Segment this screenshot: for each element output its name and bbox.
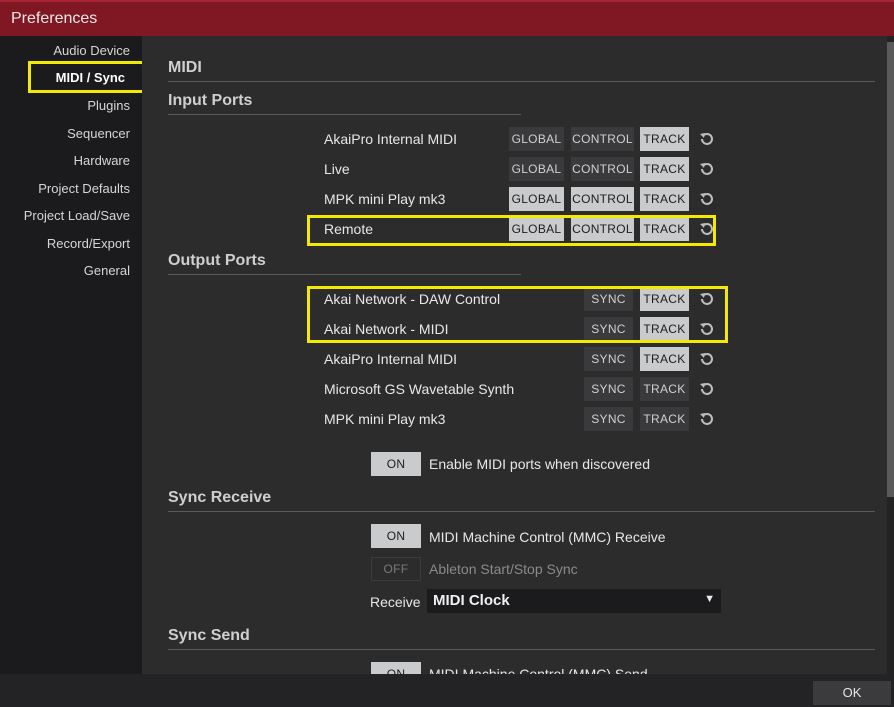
scrollbar-thumb[interactable] — [887, 42, 894, 497]
ok-button[interactable]: OK — [813, 681, 891, 705]
sidebar-item-project-load-save[interactable]: Project Load/Save — [24, 208, 130, 223]
sidebar-item-general[interactable]: General — [84, 263, 130, 278]
receive-dropdown[interactable]: MIDI Clock ▼ — [427, 589, 721, 613]
highlight-box-midi-sync — [28, 61, 148, 93]
enable-ports-toggle[interactable]: ON — [371, 452, 421, 476]
track-button[interactable]: TRACK — [640, 407, 689, 431]
global-button[interactable]: GLOBAL — [509, 157, 564, 181]
section-divider — [168, 114, 521, 115]
sidebar-item-project-defaults[interactable]: Project Defaults — [38, 181, 130, 196]
highlight-box-akai-network — [307, 286, 728, 343]
sync-receive-title: Sync Receive — [168, 489, 272, 506]
mmc-send-toggle[interactable]: ON — [371, 662, 421, 674]
track-button[interactable]: TRACK — [640, 347, 689, 371]
title-bar: Preferences — [0, 0, 894, 36]
track-button[interactable]: TRACK — [640, 377, 689, 401]
sync-button[interactable]: SYNC — [584, 377, 633, 401]
section-divider — [168, 511, 875, 512]
sidebar-item-sequencer[interactable]: Sequencer — [67, 126, 130, 141]
mmc-receive-toggle[interactable]: ON — [371, 524, 421, 548]
section-divider — [168, 649, 875, 650]
input-port-name: MPK mini Play mk3 — [324, 191, 446, 207]
sync-button[interactable]: SYNC — [584, 407, 633, 431]
input-ports-title: Input Ports — [168, 92, 253, 109]
global-button[interactable]: GLOBAL — [509, 187, 564, 211]
sidebar: Audio Device MIDI / Sync Plugins Sequenc… — [0, 36, 142, 674]
ableton-sync-label: Ableton Start/Stop Sync — [429, 561, 578, 577]
chevron-down-icon: ▼ — [704, 593, 715, 605]
reset-icon[interactable] — [699, 131, 715, 147]
track-button[interactable]: TRACK — [640, 187, 689, 211]
sync-button[interactable]: SYNC — [584, 347, 633, 371]
reset-icon[interactable] — [699, 411, 715, 427]
output-port-name: Microsoft GS Wavetable Synth — [324, 381, 515, 397]
page-title: MIDI — [168, 59, 202, 76]
global-button[interactable]: GLOBAL — [509, 127, 564, 151]
highlight-box-remote — [307, 215, 716, 246]
section-divider — [168, 81, 875, 82]
reset-icon[interactable] — [699, 161, 715, 177]
receive-label: Receive — [370, 594, 421, 610]
control-button[interactable]: CONTROL — [571, 157, 634, 181]
reset-icon[interactable] — [699, 351, 715, 367]
output-ports-title: Output Ports — [168, 252, 266, 269]
output-port-name: AkaiPro Internal MIDI — [324, 351, 458, 367]
reset-icon[interactable] — [699, 191, 715, 207]
enable-ports-label: Enable MIDI ports when discovered — [429, 456, 650, 472]
footer: OK — [0, 674, 894, 707]
ableton-sync-toggle[interactable]: OFF — [371, 557, 421, 581]
sidebar-item-record-export[interactable]: Record/Export — [47, 236, 130, 251]
receive-dropdown-value: MIDI Clock — [433, 592, 510, 609]
section-divider — [168, 274, 521, 275]
output-port-name: MPK mini Play mk3 — [324, 411, 446, 427]
control-button[interactable]: CONTROL — [571, 127, 634, 151]
sidebar-item-plugins[interactable]: Plugins — [87, 98, 130, 113]
scrollbar[interactable] — [887, 36, 894, 674]
sidebar-item-audio-device[interactable]: Audio Device — [53, 43, 130, 58]
input-port-name: AkaiPro Internal MIDI — [324, 131, 458, 147]
window-title: Preferences — [11, 10, 98, 27]
track-button[interactable]: TRACK — [640, 157, 689, 181]
mmc-receive-label: MIDI Machine Control (MMC) Receive — [429, 529, 666, 545]
sidebar-item-hardware[interactable]: Hardware — [74, 153, 130, 168]
control-button[interactable]: CONTROL — [571, 187, 634, 211]
sync-send-title: Sync Send — [168, 627, 250, 644]
reset-icon[interactable] — [699, 381, 715, 397]
input-port-name: Live — [324, 161, 350, 177]
track-button[interactable]: TRACK — [640, 127, 689, 151]
mmc-send-label: MIDI Machine Control (MMC) Send — [429, 666, 648, 674]
main-panel: MIDI Input Ports AkaiPro Internal MIDI G… — [142, 36, 887, 674]
